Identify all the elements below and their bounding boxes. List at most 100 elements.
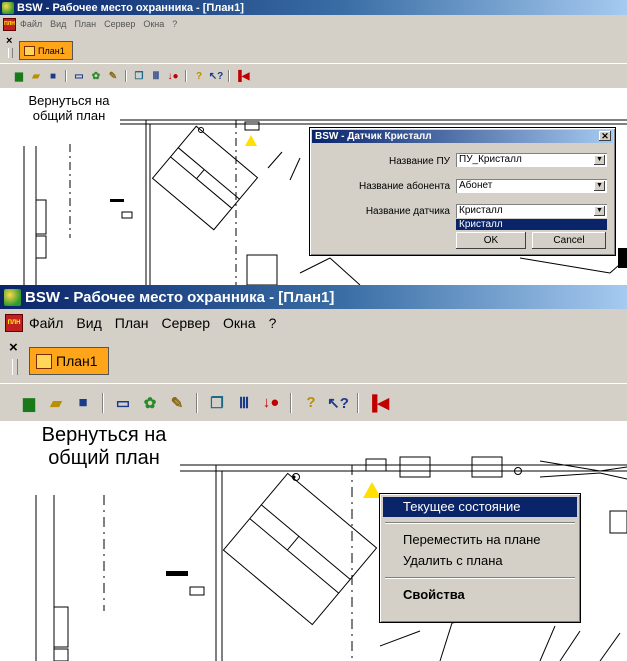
help-icon[interactable]: ?: [192, 69, 206, 83]
menu-bar: ПЛН Файл Вид План Сервер Окна ?: [0, 15, 627, 33]
open-icon[interactable]: ▰: [29, 69, 43, 83]
open-icon[interactable]: ▰: [45, 392, 67, 414]
toolbar-separator: [102, 392, 104, 413]
dropdown-option-selected[interactable]: Кристалл: [456, 219, 607, 230]
menu-bar: ПЛН Файл Вид План Сервер Окна ?: [0, 309, 627, 337]
new-icon[interactable]: ▆: [12, 69, 26, 83]
document-icon[interactable]: ПЛН: [3, 17, 16, 31]
users-icon[interactable]: ✿: [139, 392, 161, 414]
save-icon[interactable]: ■: [72, 392, 94, 414]
combo-value: Кристалл: [459, 205, 503, 216]
close-icon[interactable]: ×: [9, 340, 18, 355]
menu-item-properties[interactable]: Свойства: [383, 585, 577, 605]
menu-windows[interactable]: Окна: [223, 315, 256, 331]
grip-icon: [12, 359, 18, 375]
grip-icon: [8, 48, 13, 58]
exit-icon[interactable]: ▐◀: [235, 69, 250, 83]
sensor-dialog: BSW - Датчик Кристалл ✕ Название ПУ ПУ_К…: [309, 127, 616, 256]
combo-value: ПУ_Кристалл: [459, 154, 522, 165]
context-help-icon[interactable]: ↖?: [327, 392, 349, 414]
context-help-icon[interactable]: ↖?: [209, 69, 224, 83]
menu-separator: [385, 522, 575, 524]
alarm-icon[interactable]: ↓●: [166, 69, 180, 83]
menu-view[interactable]: Вид: [76, 315, 101, 331]
menu-file[interactable]: Файл: [20, 19, 42, 29]
warning-icon[interactable]: [245, 135, 257, 146]
context-menu: Текущее состояние Переместить на плане У…: [379, 493, 581, 623]
menu-view[interactable]: Вид: [50, 19, 66, 29]
menu-plan[interactable]: План: [74, 19, 96, 29]
back-to-overview-label[interactable]: Вернуться на общий план: [24, 424, 184, 470]
document-icon[interactable]: ПЛН: [5, 314, 23, 332]
cancel-button[interactable]: Cancel: [532, 232, 606, 249]
columns-icon[interactable]: Ⅲ: [233, 392, 255, 414]
toolbar-separator: [228, 70, 230, 82]
screenshot-small: BSW - Рабочее место охранника - [План1] …: [0, 0, 627, 285]
app-icon: [4, 288, 21, 306]
tab-bar: × План1: [0, 33, 627, 63]
field-label-sensor: Название датчика: [365, 206, 450, 217]
toolbar-separator: [357, 392, 359, 413]
save-icon[interactable]: ■: [46, 69, 60, 83]
combo-value: Абонет: [459, 180, 493, 191]
menu-plan[interactable]: План: [115, 315, 149, 331]
menu-help[interactable]: ?: [269, 315, 277, 331]
screenshot-large: BSW - Рабочее место охранника - [План1] …: [0, 285, 627, 661]
close-icon[interactable]: ✕: [599, 131, 611, 141]
toolbar: ▆ ▰ ■ ▭ ✿ ✎ ❐ Ⅲ ↓●? ↖? ▐◀: [0, 383, 627, 422]
users-icon[interactable]: ✿: [89, 69, 103, 83]
chevron-down-icon[interactable]: ▼: [594, 181, 605, 191]
menu-separator: [385, 577, 575, 579]
menu-item-remove-from-plan[interactable]: Удалить с плана: [383, 551, 577, 571]
tab-plan1[interactable]: План1: [29, 347, 109, 375]
toolbar-separator: [196, 392, 198, 413]
field-label-subscriber: Название абонента: [359, 181, 450, 192]
menu-item-current-state[interactable]: Текущее состояние: [383, 497, 577, 517]
tab-label: План1: [38, 45, 65, 56]
tab-bar: × План1: [0, 337, 627, 383]
plan-icon: [36, 353, 52, 369]
new-icon[interactable]: ▆: [18, 392, 40, 414]
menu-item-move-on-plan[interactable]: Переместить на плане: [383, 530, 577, 550]
menu-server[interactable]: Сервер: [104, 19, 135, 29]
window-title: BSW - Рабочее место охранника - [План1]: [25, 288, 335, 306]
menu-help[interactable]: ?: [172, 19, 177, 29]
columns-icon[interactable]: Ⅲ: [149, 69, 163, 83]
plan-icon: [24, 45, 35, 56]
floor-plan: Вернуться на общий план Текущее состояни…: [0, 421, 627, 661]
tab-label: План1: [56, 353, 98, 369]
dialog-title-bar: BSW - Датчик Кристалл ✕: [312, 130, 613, 143]
toolbar-separator: [125, 70, 127, 82]
dialog-title: BSW - Датчик Кристалл: [315, 131, 432, 142]
chevron-down-icon[interactable]: ▼: [594, 206, 605, 216]
windows-icon[interactable]: ❐: [206, 392, 228, 414]
windows-icon[interactable]: ❐: [132, 69, 146, 83]
toolbar-separator: [185, 70, 187, 82]
tab-plan1[interactable]: План1: [19, 41, 73, 60]
menu-server[interactable]: Сервер: [162, 315, 211, 331]
control-panel-select[interactable]: ПУ_Кристалл ▼: [456, 153, 607, 167]
tools-icon[interactable]: ✎: [166, 392, 188, 414]
back-to-overview-label[interactable]: Вернуться на общий план: [16, 93, 122, 124]
sensor-select[interactable]: Кристалл ▼: [456, 204, 607, 218]
close-icon[interactable]: ×: [6, 36, 12, 47]
alarm-icon[interactable]: ↓●: [260, 392, 282, 414]
ok-button[interactable]: OK: [456, 232, 526, 249]
chevron-down-icon[interactable]: ▼: [594, 155, 605, 165]
help-icon[interactable]: ?: [300, 392, 322, 414]
app-icon: [2, 1, 14, 14]
monitor-icon[interactable]: ▭: [72, 69, 86, 83]
menu-windows[interactable]: Окна: [143, 19, 164, 29]
field-label-control-panel: Название ПУ: [388, 156, 450, 167]
subscriber-select[interactable]: Абонет ▼: [456, 179, 607, 193]
exit-icon[interactable]: ▐◀: [367, 392, 389, 414]
toolbar-separator: [290, 392, 292, 413]
menu-file[interactable]: Файл: [29, 315, 63, 331]
toolbar-separator: [65, 70, 67, 82]
tools-icon[interactable]: ✎: [106, 69, 120, 83]
floor-plan: Вернуться на общий план BSW - Датчик Кри…: [0, 88, 627, 285]
title-bar: BSW - Рабочее место охранника - [План1]: [0, 0, 627, 15]
window-title: BSW - Рабочее место охранника - [План1]: [17, 1, 244, 14]
toolbar: ▆ ▰ ■ ▭ ✿ ✎ ❐ Ⅲ ↓●? ↖? ▐◀: [0, 63, 627, 89]
monitor-icon[interactable]: ▭: [112, 392, 134, 414]
